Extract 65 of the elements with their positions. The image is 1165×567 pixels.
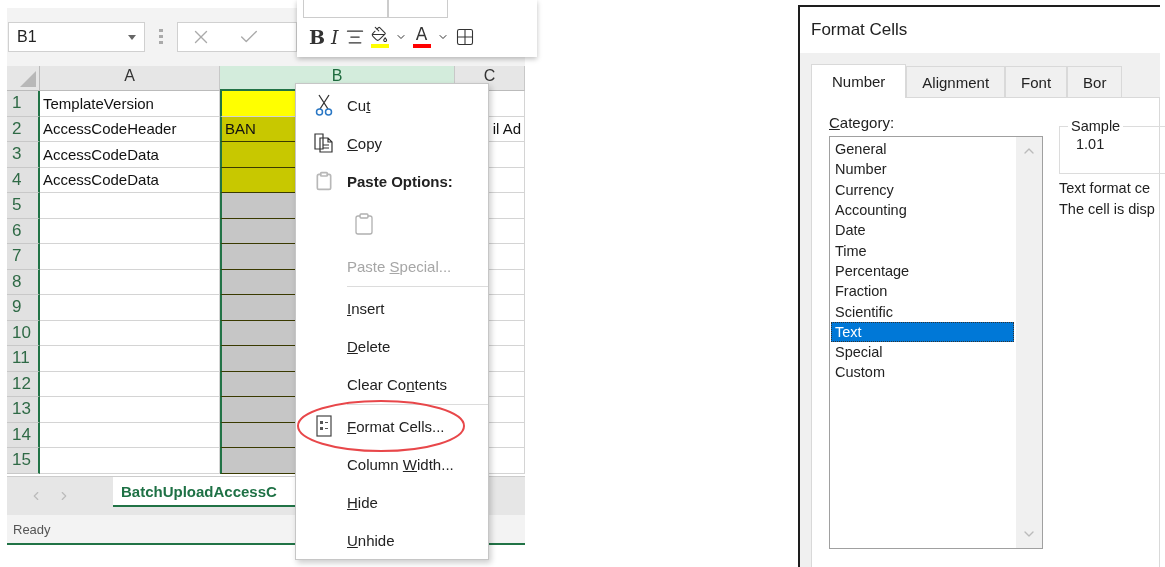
list-item[interactable]: Percentage [831, 260, 1014, 282]
scrollbar[interactable] [1016, 137, 1042, 548]
menu-item[interactable]: Insert [296, 289, 488, 327]
font-color-button[interactable]: A [412, 26, 431, 48]
row-header[interactable]: 2 [7, 116, 40, 142]
row-header[interactable]: 6 [7, 218, 40, 244]
font-name-field[interactable] [303, 0, 388, 18]
grip-icon [159, 29, 163, 45]
row-header[interactable]: 7 [7, 244, 40, 270]
sheet-tab[interactable]: BatchUploadAccessC [113, 477, 295, 507]
table-cell: AccessCodeData [40, 142, 220, 168]
sample-value: 1.01 [1076, 136, 1105, 152]
select-all-corner[interactable] [7, 66, 40, 91]
italic-button[interactable]: I [331, 27, 339, 47]
menu-item[interactable]: Delete [296, 327, 488, 365]
corner-triangle-icon [20, 71, 36, 87]
column-header[interactable]: A [40, 66, 220, 91]
list-item[interactable]: Special [831, 341, 1014, 363]
row-header[interactable]: 13 [7, 397, 40, 423]
list-item[interactable]: Accounting [831, 199, 1014, 221]
format-cells-icon [315, 415, 332, 437]
font-size-field[interactable] [388, 0, 448, 18]
row-header[interactable]: 8 [7, 269, 40, 295]
dialog-title: Format Cells [800, 7, 1160, 53]
description-text: Text format ce [1059, 179, 1152, 198]
bold-button[interactable]: B [309, 27, 326, 47]
row-header[interactable]: 11 [7, 346, 40, 372]
list-item[interactable]: Date [831, 220, 1014, 241]
name-box[interactable]: B1 [8, 22, 145, 52]
row-header[interactable]: 9 [7, 295, 40, 321]
table-cell: TemplateVersion [40, 91, 220, 117]
list-item[interactable]: Text [831, 321, 1014, 342]
menu-item[interactable]: Format Cells... [296, 407, 488, 445]
list-item[interactable]: General [831, 139, 1014, 160]
list-item[interactable]: Custom [831, 362, 1014, 383]
row-header[interactable]: 4 [7, 167, 40, 193]
fill-color-button[interactable] [370, 26, 389, 48]
tab[interactable]: Alignment [906, 66, 1006, 97]
description-text: The cell is disp [1059, 199, 1156, 219]
row-header[interactable]: 3 [7, 142, 40, 168]
row-header[interactable]: 12 [7, 371, 40, 397]
sample-legend: Sample [1068, 118, 1124, 134]
copy-icon [312, 132, 335, 154]
row-header[interactable]: 5 [7, 193, 40, 219]
category-label: Category: [829, 114, 896, 131]
tab[interactable]: Number [811, 64, 907, 98]
row-header[interactable]: 1 [7, 91, 40, 117]
menu-item[interactable]: Column Width... [296, 445, 488, 483]
borders-button[interactable] [454, 27, 475, 47]
table-cell: AccessCodeHeader [40, 116, 220, 142]
tab[interactable]: Bor [1067, 66, 1123, 97]
table-cell: AccessCodeData [40, 167, 220, 193]
row-header[interactable]: 10 [7, 320, 40, 346]
list-item[interactable]: Scientific [831, 301, 1014, 322]
row-header[interactable]: 15 [7, 448, 40, 474]
list-item[interactable]: Currency [831, 179, 1014, 200]
list-item[interactable]: Time [831, 240, 1014, 261]
menu-heading: Paste Options: [296, 162, 488, 200]
tab[interactable]: Font [1005, 66, 1068, 97]
menu-item[interactable]: Clear Contents [296, 365, 488, 403]
row-header[interactable]: 14 [7, 422, 40, 448]
scissors-icon [314, 94, 333, 116]
list-item[interactable]: Fraction [831, 281, 1014, 302]
caret-icon [128, 34, 136, 40]
list-item[interactable]: Number [831, 159, 1014, 180]
